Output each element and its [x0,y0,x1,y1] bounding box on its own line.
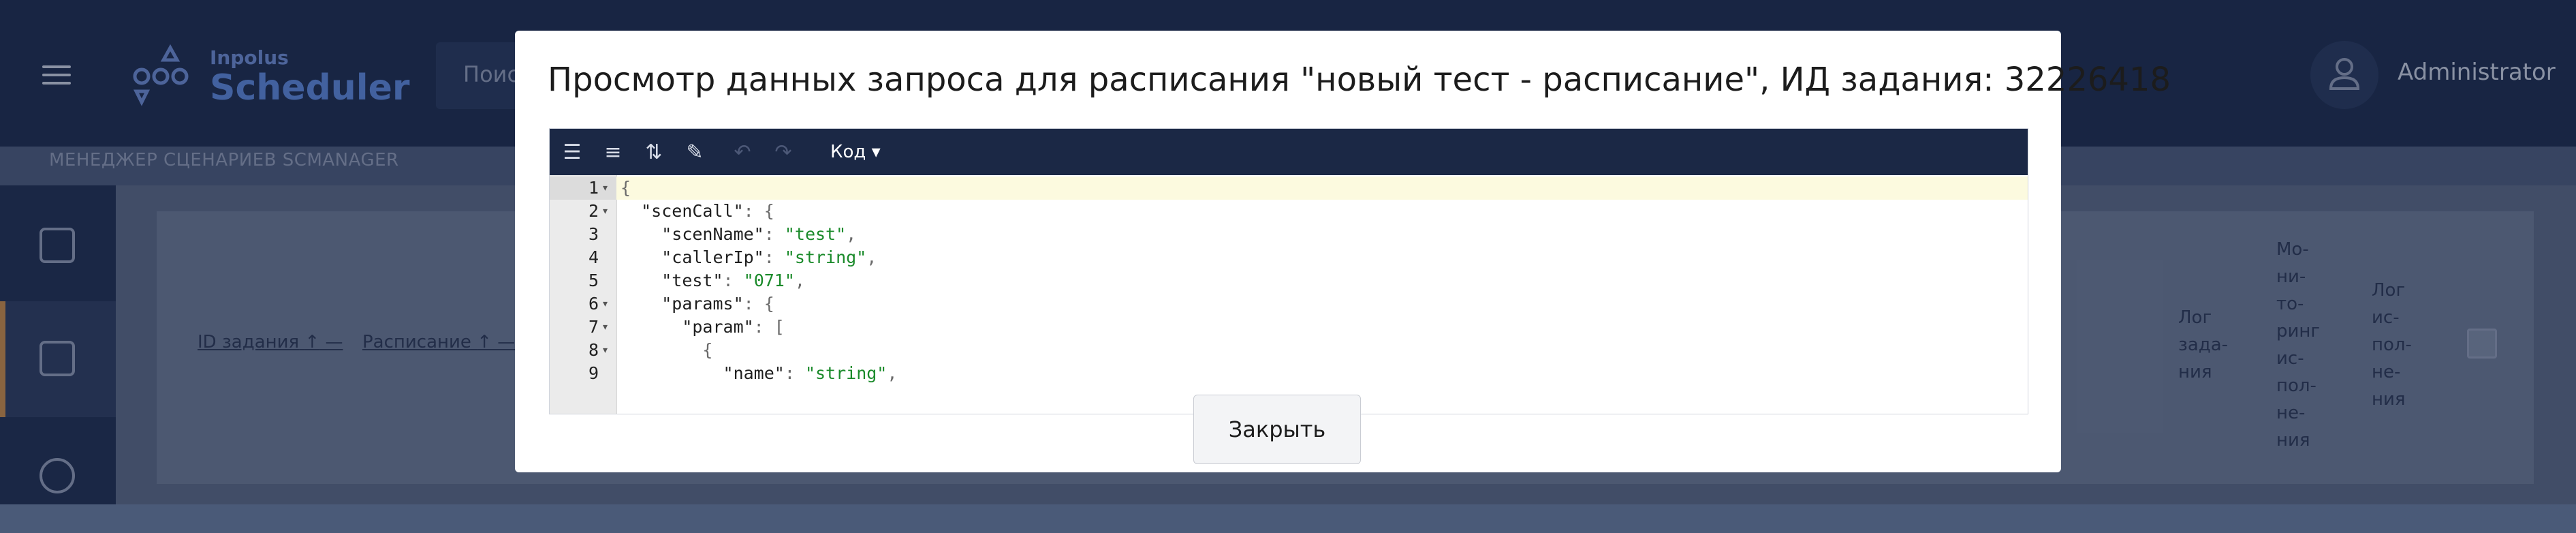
compact-icon[interactable]: ≡ [601,141,625,164]
modal-title: Просмотр данных запроса для расписания "… [548,61,2171,99]
code-line: "params": { [661,294,774,314]
format-icon[interactable]: ☰ [561,141,584,164]
editor-toolbar: ☰ ≡ ⇅ ✎ ↶ ↷ Код ▾ [550,129,2028,175]
code-line: "test": "071", [661,271,805,290]
line-number: 1 [588,178,599,198]
line-number: 8 [588,340,599,360]
line-number: 9 [588,363,599,383]
fold-toggle-icon[interactable]: ▾ [603,177,612,200]
wrench-icon[interactable]: ✎ [683,141,706,164]
active-line-highlight [616,177,2028,200]
code-line: "param": [ [682,317,785,337]
code-line: { [702,340,713,360]
editor-body[interactable]: 1 ▾{2 ▾ "scenCall": {3 "scenName": "test",… [550,175,2028,414]
fold-toggle-icon[interactable]: ▾ [603,292,612,316]
fold-toggle-icon[interactable]: ▾ [603,339,612,362]
fold-toggle-icon[interactable]: ▾ [603,316,612,339]
line-number: 2 [588,201,599,221]
request-data-modal: Просмотр данных запроса для расписания "… [515,31,2171,472]
line-number: 6 [588,294,599,314]
line-number: 3 [588,224,599,244]
code-line: { [621,178,631,198]
close-button[interactable]: Закрыть [1193,395,1361,464]
fold-toggle-icon[interactable]: ▾ [603,200,612,223]
undo-icon[interactable]: ↶ [731,141,754,164]
mode-dropdown[interactable]: Код ▾ [830,138,881,166]
json-editor: ☰ ≡ ⇅ ✎ ↶ ↷ Код ▾ 1 ▾{2 ▾ "scenCall": {3 "… [549,128,2028,414]
code-line: "scenCall": { [641,201,774,221]
redo-icon[interactable]: ↷ [772,141,795,164]
code-line: "callerIp": "string", [661,247,877,267]
sort-icon[interactable]: ⇅ [642,141,665,164]
code-line: "name": "string", [723,363,898,383]
line-number: 5 [588,271,599,290]
code-line: "scenName": "test", [661,224,857,244]
line-number: 7 [588,317,599,337]
line-number: 4 [588,247,599,267]
